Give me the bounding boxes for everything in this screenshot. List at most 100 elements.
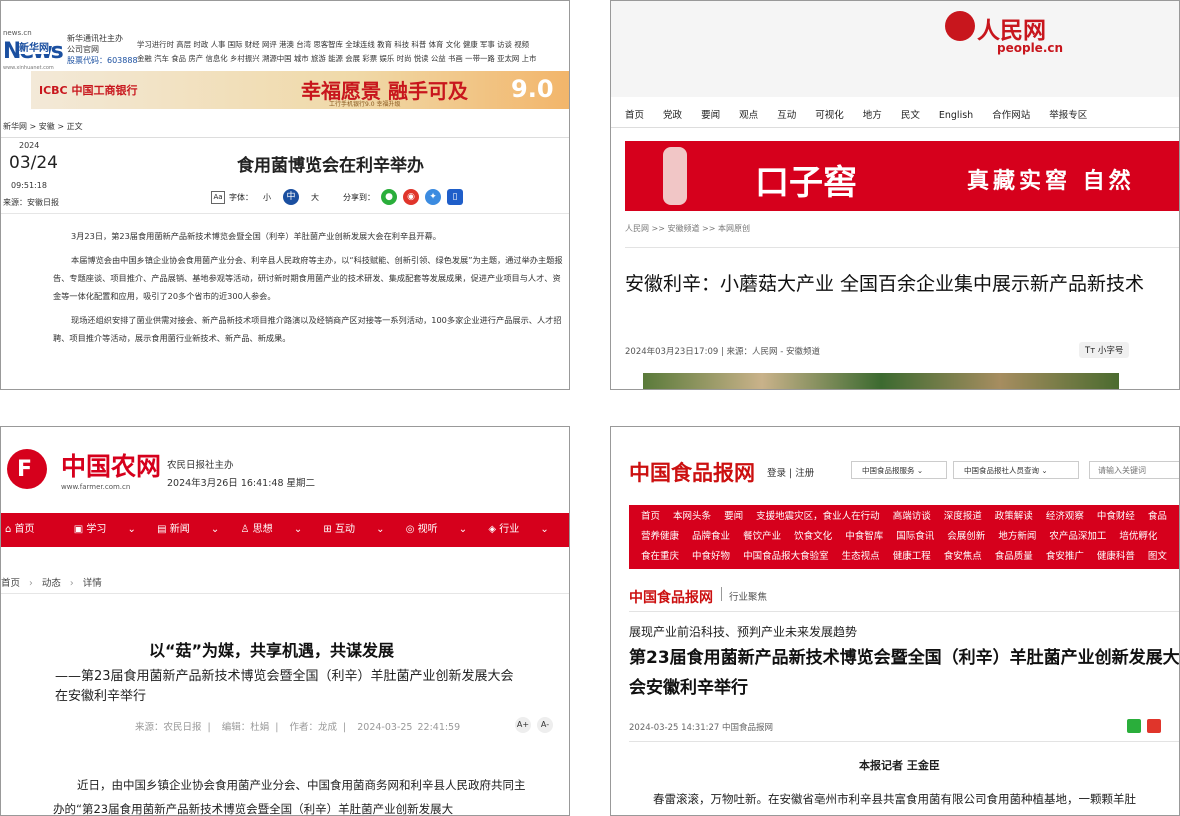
nav-item[interactable]: 地方新闻 <box>998 527 1036 547</box>
stock-code: 股票代码：603888 <box>67 56 138 65</box>
divider <box>1 593 569 594</box>
nav-study[interactable]: ▣ 学习 ⌄ <box>74 513 136 547</box>
font-medium-button[interactable]: 中 <box>283 189 299 205</box>
logo-cn[interactable]: 中国农网 <box>61 447 161 483</box>
breadcrumb[interactable]: 首页 › 动态 › 详情 <box>1 575 102 589</box>
service-select[interactable]: 中国食品报服务 ⌄ <box>851 461 947 479</box>
nav-item[interactable]: 健康科普 <box>1097 547 1135 567</box>
nav-item[interactable]: English <box>939 110 973 121</box>
ad-bank: ICBC 中国工商银行 <box>39 84 138 97</box>
kouzijiao-ad[interactable]: 口子窖 真藏实窖 自然 <box>625 141 1179 211</box>
nav-item[interactable]: 政策解读 <box>995 507 1033 527</box>
nav-video[interactable]: ◎ 视听 ⌄ <box>406 513 467 547</box>
login-register[interactable]: 登录 | 注册 <box>767 465 814 479</box>
nav-item[interactable]: 农产品深加工 <box>1049 527 1106 547</box>
nav-item[interactable]: 食品质量 <box>995 547 1033 567</box>
font-increase-button[interactable]: A+ <box>515 717 531 733</box>
paragraph: 3月23日，第23届食用菌新产品新技术博览会暨全国（利辛）羊肚菌产业创新发展大会… <box>71 231 441 241</box>
nav-item[interactable]: 品牌食业 <box>692 527 730 547</box>
article-title: 第23届食用菌新产品新技术博览会暨全国（利辛）羊肚菌产业创新发展大会安徽利辛举行 <box>629 648 1180 698</box>
nav-item[interactable]: 深度报道 <box>944 507 982 527</box>
nav-item[interactable]: 食安焦点 <box>944 547 982 567</box>
logo[interactable]: 中国食品报网 <box>629 457 755 487</box>
nav-item[interactable]: 图文 <box>1148 547 1167 567</box>
farmer-panel: F 中国农网 www.farmer.com.cn 农民日报社主办 2024年3月… <box>0 426 570 816</box>
font-large-button[interactable]: 大 <box>311 192 319 203</box>
nav-item[interactable]: 党政 <box>663 110 682 121</box>
font-size-button[interactable]: Tт 小字号 <box>1079 342 1130 358</box>
nav-item[interactable]: 中食财经 <box>1097 507 1135 527</box>
select-value: 中国食品报社人员查询 <box>964 466 1039 475</box>
nav-item[interactable]: 要闻 <box>701 110 720 121</box>
nav-item[interactable]: 食在重庆 <box>641 547 679 567</box>
nav-item[interactable]: 地方 <box>863 110 882 121</box>
breadcrumb[interactable]: 人民网 >> 安徽频道 >> 本网原创 <box>625 223 750 234</box>
nav-item[interactable]: 观点 <box>739 110 758 121</box>
crumb[interactable]: 动态 <box>42 578 61 589</box>
wechat-icon[interactable] <box>1127 719 1141 733</box>
article-meta: 2024年03月23日17:09 | 来源：人民网 - 安徽频道 <box>625 347 820 357</box>
section-label[interactable]: 行业聚焦 <box>729 589 767 603</box>
crumb[interactable]: 首页 <box>1 578 20 589</box>
nav-row-2[interactable]: 金融 汽车 食品 房产 信息化 乡村振兴 溯源中国 城市 旅游 能源 会展 彩票… <box>137 53 536 64</box>
nav-item[interactable]: 首页 <box>641 507 660 527</box>
people-panel: 人民网 people.cn 首页 党政 要闻 观点 互动 可视化 地方 民文 E… <box>610 0 1180 390</box>
chevron-down-icon: ⌄ <box>1041 466 1048 475</box>
nav-item[interactable]: 中食智库 <box>845 527 883 547</box>
nav-item[interactable]: 高端访谈 <box>893 507 931 527</box>
article-image <box>643 373 1119 389</box>
nav-item[interactable]: 首页 <box>625 110 644 121</box>
nav-item[interactable]: 生态视点 <box>842 547 880 567</box>
article-subtitle: ——第23届食用菌新产品新技术博览会暨全国（利辛）羊肚菌产业创新发展大会在安徽利… <box>55 669 514 704</box>
icbc-ad-banner[interactable]: ICBC 中国工商银行 幸福愿景 融手可及 工行手机银行9.0 幸福升级 9.0 <box>31 71 569 109</box>
xinhua-logo[interactable]: news.cn News 新华网 www.xinhuanet.com <box>3 29 64 73</box>
divider <box>629 741 1179 742</box>
nav-interact[interactable]: ⊞ 互动 ⌄ <box>323 513 384 547</box>
staff-select[interactable]: 中国食品报社人员查询 ⌄ <box>953 461 1079 479</box>
nav-item[interactable]: 可视化 <box>815 110 844 121</box>
nav-item[interactable]: 饮食文化 <box>794 527 832 547</box>
ad-slogan: 真藏实窖 自然 <box>967 169 1135 194</box>
nav-row-1[interactable]: 学习进行时 高层 时政 人事 国际 财经 网评 港澳 台湾 思客智库 全球连线 … <box>137 39 529 50</box>
search-input[interactable] <box>1089 461 1179 479</box>
paragraph: 本届博览会由中国乡镇企业协会食用菌产业分会、利辛县人民政府等主办，以“科技赋能、… <box>53 255 563 301</box>
nav-item[interactable]: 经济观察 <box>1046 507 1084 527</box>
nav-item[interactable]: 互动 <box>777 110 796 121</box>
nav-item[interactable]: 合作网站 <box>992 110 1030 121</box>
nav-item[interactable]: 营养健康 <box>641 527 679 547</box>
nav-item[interactable]: 举报专区 <box>1049 110 1087 121</box>
nav-industry[interactable]: ◈ 行业 ⌄ <box>488 513 548 547</box>
main-nav: 首页 党政 要闻 观点 互动 可视化 地方 民文 English 合作网站 举报… <box>625 107 1103 121</box>
logo-cn[interactable]: 人民网 <box>977 11 1046 45</box>
nav-item[interactable]: 中食好物 <box>692 547 730 567</box>
nav-item[interactable]: 培优孵化 <box>1119 527 1157 547</box>
weibo-icon[interactable]: ◉ <box>403 189 419 205</box>
nav-item[interactable]: 食品 <box>1148 507 1167 527</box>
nav-item[interactable]: 本网头条 <box>673 507 711 527</box>
divider <box>629 611 1179 612</box>
font-small-button[interactable]: 小 <box>263 192 271 203</box>
font-decrease-button[interactable]: A- <box>537 717 553 733</box>
wechat-icon[interactable]: ● <box>381 189 397 205</box>
nav-item[interactable]: 要闻 <box>724 507 743 527</box>
nav-item[interactable]: 餐饮产业 <box>743 527 781 547</box>
divider <box>625 247 1179 248</box>
weibo-icon[interactable] <box>1147 719 1161 733</box>
mobile-icon[interactable]: ▯ <box>447 189 463 205</box>
nav-item[interactable]: 支援地震灾区，食业人在行动 <box>756 507 880 527</box>
breadcrumb[interactable]: 新华网 > 安徽 > 正文 <box>3 121 83 132</box>
org-info: 新华通讯社主办 公司官网 股票代码：603888 <box>67 33 138 66</box>
nav-item[interactable]: 中国食品报大食验室 <box>743 547 829 567</box>
nav-home[interactable]: ⌂ 首页 <box>5 513 53 547</box>
nav-thought[interactable]: ♙ 思想 ⌄ <box>241 513 303 547</box>
nav-item[interactable]: 健康工程 <box>893 547 931 567</box>
meta-author: 作者：龙成 <box>289 722 338 733</box>
nav-item[interactable]: 民文 <box>901 110 920 121</box>
article-meta: 来源：农民日报 | 编辑：杜娟 | 作者：龙成 | 2024-03-25 22:41:… <box>135 722 461 733</box>
nav-news[interactable]: ▤ 新闻 ⌄ <box>157 513 219 547</box>
qzone-icon[interactable]: ✦ <box>425 189 441 205</box>
nav-item[interactable]: 食安推广 <box>1046 547 1084 567</box>
org-line: 公司官网 <box>67 45 99 54</box>
nav-item[interactable]: 国际食讯 <box>896 527 934 547</box>
nav-item[interactable]: 会展创新 <box>947 527 985 547</box>
